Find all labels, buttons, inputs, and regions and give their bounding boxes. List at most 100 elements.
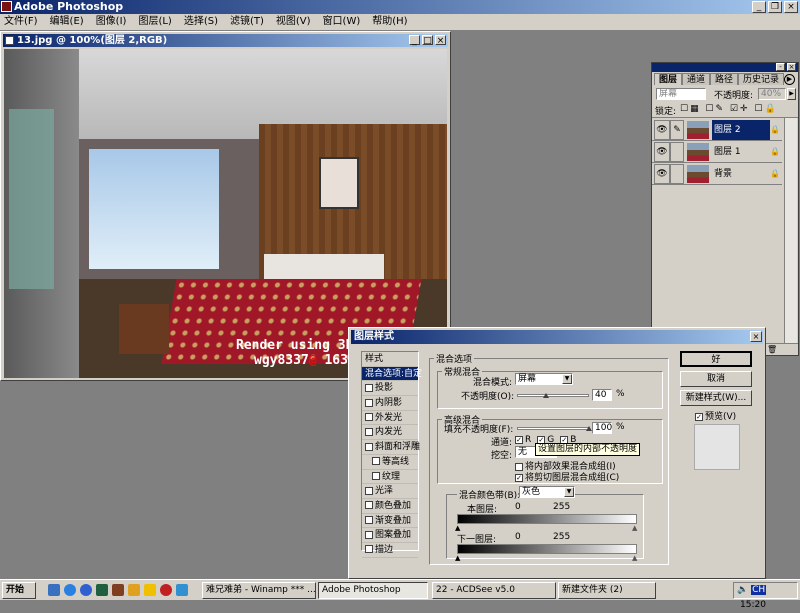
blend-if-select[interactable]: 灰色 ▼ [519,486,575,498]
link-slot[interactable] [670,163,684,184]
document-title-bar[interactable]: 13.jpg @ 100%(图层 2,RGB) [3,34,448,47]
checkbox[interactable] [372,472,380,480]
tab-2[interactable]: 路径 [710,73,739,85]
checkbox[interactable]: ✓ [515,473,523,482]
checkbox[interactable]: ✓ [515,435,523,444]
style-item[interactable]: 外发光 [362,411,418,426]
cancel-button[interactable]: 取消 [680,371,752,387]
warning-icon[interactable] [144,584,156,596]
brush-icon[interactable]: ✎ [670,119,684,140]
slider-thumb[interactable] [542,393,549,398]
refresh-icon[interactable] [176,584,188,596]
black-point-slider[interactable]: ▲ [455,524,460,532]
opacity-slider[interactable] [517,393,589,398]
layer-row[interactable]: 👁 图层 1 🔒 [652,141,782,163]
taskbar-button[interactable]: Adobe Photoshop [318,582,428,599]
restore-button[interactable]: ❐ [768,1,782,13]
lock-options[interactable]: ☐▦ ☐✎ ☑✛ ☐🔒 [680,104,778,114]
fill-opacity-slider[interactable] [517,426,592,431]
dialog-close-button[interactable]: × [750,331,762,342]
eye-icon[interactable]: 👁 [654,163,670,184]
taskbar-button[interactable]: 难兄难弟 - Winamp *** ... [202,582,316,599]
taskbar-button[interactable]: 22 - ACDSee v5.0 [432,582,556,599]
styles-header[interactable]: 样式 [362,352,418,367]
show-desktop-icon[interactable] [48,584,60,596]
tab-1[interactable]: 通道 [682,73,711,85]
opacity-input[interactable]: 40 [592,389,612,401]
checkbox[interactable] [365,442,373,451]
style-item[interactable]: 光泽 [362,484,418,499]
checkbox[interactable] [365,383,373,392]
new-style-button[interactable]: 新建样式(W)... [680,390,752,406]
acdsee-icon[interactable] [96,584,108,596]
checkbox[interactable] [365,427,373,436]
layer-row[interactable]: 👁 ✎ 图层 2 🔒 [652,119,782,141]
opacity-arrow-button[interactable]: ▶ [787,88,796,100]
panel-close-button[interactable]: × [787,63,796,71]
menu-item[interactable]: 图像(I) [96,14,127,30]
clock[interactable]: 15:20 [740,600,766,610]
white-point-slider[interactable]: ▲ [632,524,637,532]
style-item[interactable]: 描边 [362,543,418,558]
doc-minimize-button[interactable]: _ [409,35,420,46]
tab-3[interactable]: 历史记录 [738,73,785,85]
menu-item[interactable]: 编辑(E) [50,14,84,30]
menu-item[interactable]: 选择(S) [184,14,218,30]
link-slot[interactable] [670,141,684,162]
menu-item[interactable]: 文件(F) [4,14,38,30]
style-item[interactable]: 纹理 [362,470,418,485]
menu-item[interactable]: 视图(V) [276,14,311,30]
style-item[interactable]: 内阴影 [362,396,418,411]
layer-blend-mode-select[interactable]: 屏幕 [656,88,706,100]
style-item[interactable]: 渐变叠加 [362,514,418,529]
layer-row[interactable]: 👁 背景 🔒 [652,163,782,185]
style-item[interactable]: 颜色叠加 [362,499,418,514]
volume-icon[interactable]: 🔈 [737,585,748,595]
checkbox[interactable] [365,413,373,422]
start-button[interactable]: 开始 [2,582,36,599]
checkbox[interactable] [365,530,373,539]
layer-opacity-input[interactable]: 40% [758,88,786,100]
panel-minimize-button[interactable]: - [776,63,785,71]
checkbox[interactable] [365,501,373,510]
taskbar-button[interactable]: 新建文件夹 (2) [558,582,656,599]
checkbox[interactable] [365,398,373,407]
eye-icon[interactable]: 👁 [654,141,670,162]
style-item[interactable]: 混合选项:自定 [362,366,422,382]
black-point-slider[interactable]: ▲ [455,554,460,562]
layers-scrollbar[interactable] [784,118,797,343]
doc-maximize-button[interactable]: □ [422,35,433,46]
style-item[interactable]: 斜面和浮雕 [362,440,420,455]
checkbox[interactable]: ✓ [695,412,703,421]
checkbox[interactable] [365,545,373,554]
menu-item[interactable]: 图层(L) [138,14,171,30]
panel-menu-arrow-icon[interactable]: ▶ [784,74,795,85]
checkbox[interactable] [365,516,373,525]
qq-icon[interactable] [160,584,172,596]
minimize-button[interactable]: _ [752,1,766,13]
style-item[interactable]: 内发光 [362,425,418,441]
close-button[interactable]: × [784,1,798,13]
white-point-slider[interactable]: ▲ [632,554,637,562]
this-layer-gradient[interactable] [457,514,637,524]
blend-mode-select[interactable]: 屏幕 ▼ [515,373,573,385]
app-icon[interactable] [80,584,92,596]
checkbox[interactable] [365,486,373,495]
preview-checkbox[interactable]: ✓ 预览(V) [695,409,736,422]
checkbox[interactable] [372,457,380,466]
eye-icon[interactable]: 👁 [654,119,670,140]
internet-explorer-icon[interactable] [64,584,76,596]
style-item[interactable]: 图案叠加 [362,528,418,543]
language-indicator[interactable]: CH [751,585,767,595]
pencil-icon[interactable] [128,584,140,596]
doc-close-button[interactable]: × [435,35,446,46]
option-blend-clipped[interactable]: ✓ 将剪切图层混合成组(C) [515,470,619,483]
style-item[interactable]: 投影 [362,381,418,397]
dialog-title-bar[interactable]: 图层样式 [351,330,763,344]
ok-button[interactable]: 好 [680,351,752,367]
menu-item[interactable]: 窗口(W) [323,14,361,30]
tool-icon[interactable] [112,584,124,596]
fill-opacity-input[interactable]: 100 [592,422,612,434]
trash-icon[interactable]: 🗑 [767,345,777,354]
menu-item[interactable]: 帮助(H) [372,14,407,30]
